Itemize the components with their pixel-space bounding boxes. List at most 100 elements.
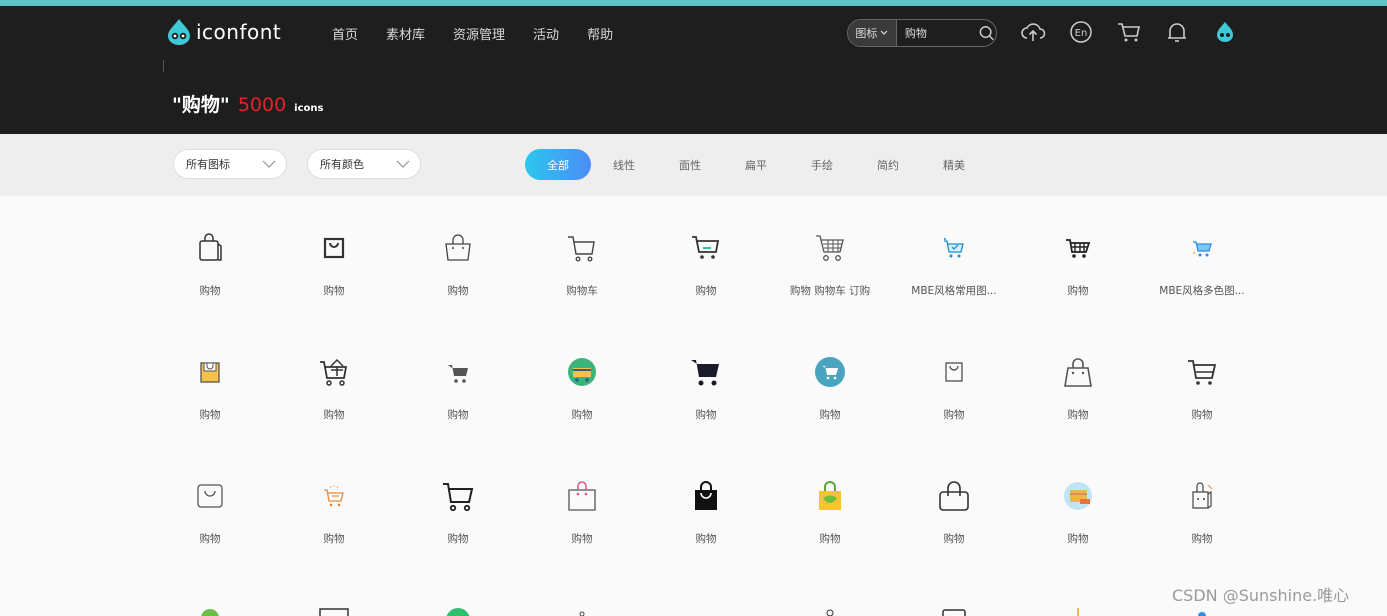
icon-card[interactable]: 购物 — [396, 320, 520, 444]
color-select-label: 所有颜色 — [320, 158, 364, 171]
chevron-down-icon — [880, 30, 888, 35]
query-text: "购物" — [172, 94, 230, 116]
nav-home[interactable]: 首页 — [332, 24, 358, 43]
icon-label: 购物 — [943, 409, 965, 421]
shopping-cart-icon — [944, 238, 964, 258]
language-en-icon[interactable]: En — [1068, 19, 1094, 45]
icon-label: 购物 — [447, 285, 469, 297]
tab-flat[interactable]: 扁平 — [723, 149, 789, 180]
icon-card[interactable]: 购物 — [644, 196, 768, 320]
shopping-bag-icon — [1192, 482, 1213, 509]
search-input[interactable] — [896, 25, 977, 41]
icon-card[interactable]: 购物 — [148, 196, 272, 320]
shopping-cart-icon — [568, 236, 595, 262]
partial-icon — [201, 609, 219, 616]
style-tabs: 全部 线性 面性 扁平 手绘 简约 精美 — [525, 149, 987, 180]
shopping-cart-icon — [443, 483, 474, 512]
icon-card[interactable]: 购物 — [644, 320, 768, 444]
icon-label: 购物 — [1191, 409, 1213, 421]
partial-icon — [579, 611, 585, 616]
color-select[interactable]: 所有颜色 — [307, 149, 421, 179]
svg-text:En: En — [1075, 28, 1088, 39]
icon-card[interactable]: 购物 — [1016, 196, 1140, 320]
tab-line[interactable]: 线性 — [591, 149, 657, 180]
icon-card[interactable]: 购物 — [644, 444, 768, 568]
shopping-cart-icon — [568, 358, 596, 386]
icon-card[interactable]: 购物 — [520, 320, 644, 444]
shopping-cart-icon — [1188, 360, 1217, 385]
icon-label: 购物 — [819, 533, 841, 545]
icon-label: 购物 — [943, 533, 965, 545]
icon-card[interactable]: 购物 — [396, 196, 520, 320]
icon-card[interactable]: 购物 — [148, 444, 272, 568]
cart-icon[interactable] — [1116, 19, 1142, 45]
upload-cloud-icon[interactable] — [1020, 19, 1046, 45]
partial-icon — [1198, 612, 1206, 616]
icon-card[interactable]: 购物 — [1016, 444, 1140, 568]
avatar[interactable] — [1212, 19, 1238, 45]
icon-card[interactable]: 购物 — [1140, 444, 1264, 568]
shopping-cart-icon — [320, 358, 348, 386]
partial-icon — [319, 608, 349, 616]
partial-icon — [1077, 608, 1079, 616]
tab-all[interactable]: 全部 — [525, 149, 591, 180]
icon-card[interactable]: 购物 购物车 订购 — [768, 196, 892, 320]
icon-card[interactable]: MBE风格多色图... — [1140, 196, 1264, 320]
nav-resources[interactable]: 资源管理 — [453, 24, 505, 43]
icon-card[interactable]: 购物 — [272, 444, 396, 568]
nav-activity[interactable]: 活动 — [533, 24, 559, 43]
result-count: 5000 — [237, 94, 287, 116]
icon-label: 购物 — [1067, 285, 1089, 297]
nav-library[interactable]: 素材库 — [386, 24, 425, 43]
icon-type-select[interactable]: 所有图标 — [173, 149, 287, 179]
partial-icon — [942, 609, 966, 616]
icon-label: 购物 — [447, 409, 469, 421]
partial-icon — [446, 608, 470, 616]
icon-label: MBE风格常用图... — [911, 285, 997, 297]
logo-icon — [168, 19, 190, 45]
search-box: 图标 — [847, 19, 997, 47]
icon-card[interactable]: 购物 — [892, 320, 1016, 444]
shopping-bag-icon — [199, 233, 222, 261]
icon-card[interactable]: 购物车 — [520, 196, 644, 320]
logo[interactable]: iconfont — [166, 18, 281, 46]
shopping-cart-icon — [324, 485, 344, 507]
icon-label: 购物 — [1067, 409, 1089, 421]
result-unit: icons — [294, 103, 324, 114]
search-type-label: 图标 — [855, 27, 878, 40]
shopping-bag-icon — [200, 362, 220, 383]
tab-handdrawn[interactable]: 手绘 — [789, 149, 855, 180]
shopping-bag-icon — [695, 481, 717, 510]
icon-card[interactable]: 购物 — [272, 320, 396, 444]
icon-label: 购物 — [695, 285, 717, 297]
icon-card[interactable]: 购物 — [520, 444, 644, 568]
icon-type-select-label: 所有图标 — [186, 158, 230, 171]
icon-label: 购物 — [199, 409, 221, 421]
icon-label: 购物车 — [566, 285, 598, 297]
icon-card[interactable]: 购物 — [1016, 320, 1140, 444]
tab-exquisite[interactable]: 精美 — [921, 149, 987, 180]
shopping-bag-icon — [945, 362, 963, 382]
icon-label: 购物 — [695, 533, 717, 545]
partial-icon — [826, 609, 834, 616]
icon-card[interactable]: 购物 — [1140, 320, 1264, 444]
icon-card[interactable]: 购物 — [148, 320, 272, 444]
shopping-bag-icon — [445, 234, 471, 261]
icon-card[interactable]: 购物 — [892, 444, 1016, 568]
tab-simple[interactable]: 简约 — [855, 149, 921, 180]
main-nav: 首页 素材库 资源管理 活动 帮助 — [332, 24, 613, 43]
nav-help[interactable]: 帮助 — [587, 24, 613, 43]
icon-card[interactable]: MBE风格常用图... — [892, 196, 1016, 320]
search-icon[interactable] — [977, 23, 996, 43]
icon-card[interactable]: 购物 — [768, 320, 892, 444]
shopping-cart-icon — [1193, 241, 1212, 257]
icon-card[interactable]: 购物 — [396, 444, 520, 568]
icon-label: 购物 — [571, 409, 593, 421]
icon-card[interactable]: 购物 — [768, 444, 892, 568]
search-type-select[interactable]: 图标 — [848, 20, 897, 46]
tab-fill[interactable]: 面性 — [657, 149, 723, 180]
icon-label: 购物 — [199, 533, 221, 545]
icon-card[interactable]: 购物 — [272, 196, 396, 320]
shopping-bag-icon — [1064, 358, 1092, 387]
bell-icon[interactable] — [1164, 19, 1190, 45]
